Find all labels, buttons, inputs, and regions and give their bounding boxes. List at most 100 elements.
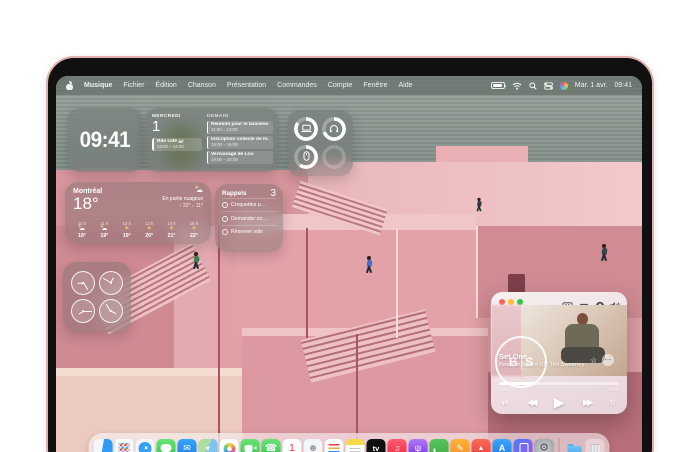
dock-app-photos[interactable]	[220, 439, 239, 452]
dock-downloads-folder[interactable]	[565, 439, 584, 452]
reminder-label: Réserver vols	[231, 229, 263, 235]
dancer-figure	[599, 244, 609, 262]
clock-widget-time: 09:41	[80, 127, 131, 153]
dock-app-podcasts[interactable]: ψ	[409, 439, 428, 452]
dancer-figure	[191, 252, 201, 270]
dock-app-facetime[interactable]	[241, 439, 260, 452]
playback-controls: ⇄ ◀◀ ▶ ▶▶ ↻	[491, 392, 627, 412]
wifi-icon[interactable]	[512, 82, 522, 90]
spotlight-search-icon[interactable]	[529, 82, 537, 90]
weather-widget[interactable]: Montréal 18° ☁☀ En partie nuageux ↑ 22° …	[65, 182, 211, 244]
status-cluster: Mar. 1 avr. 09:41	[491, 82, 632, 90]
menu-presentation[interactable]: Présentation	[227, 82, 266, 89]
world-clock-widget[interactable]	[63, 262, 131, 332]
menu-musique[interactable]: Musique	[84, 82, 112, 89]
dock-app-messages[interactable]	[157, 439, 176, 452]
calendar-event[interactable]: Inscription collecte de fo… 15:00 – 16:0…	[207, 136, 273, 149]
star-icon[interactable]: ☆	[590, 356, 597, 365]
dock-app-pages[interactable]: ✎	[451, 439, 470, 452]
headphones-icon	[329, 120, 339, 138]
dock-app-contacts[interactable]: ☻	[304, 439, 323, 452]
reminders-widget[interactable]: Rappels 3 Croquettes p… Demander co… Rés…	[215, 184, 283, 252]
reminders-title: Rappels	[222, 190, 247, 197]
battery-icon	[491, 82, 505, 89]
reminder-item[interactable]: Croquettes p…	[222, 198, 276, 211]
batteries-widget[interactable]	[287, 110, 353, 176]
weather-condition: En partie nuageux	[162, 196, 203, 202]
analog-clock	[99, 299, 123, 323]
calendar-tomorrow-column: DEMAIN Réunion pour le lanceme… 11:00 – …	[207, 114, 273, 166]
dock-app-phone[interactable]: ☎	[262, 439, 281, 452]
reminder-label: Croquettes p…	[231, 202, 266, 208]
dock-app-notes[interactable]	[346, 439, 365, 452]
dock-app-settings[interactable]: ⚙	[535, 439, 554, 452]
sun-icon: ☀	[163, 226, 181, 234]
dock-app-iphone-mirroring[interactable]	[514, 439, 533, 452]
apple-menu-icon[interactable]	[66, 82, 73, 90]
calendar-widget[interactable]: MERCREDI 1 Rdv café ☕ 13:00 – 14:00 DEMA…	[145, 108, 279, 172]
menu-bar: Musique Fichier Édition Chanson Présenta…	[56, 76, 642, 95]
shuffle-button[interactable]: ⇄	[502, 398, 508, 407]
menu-fenetre[interactable]: Fenêtre	[363, 82, 387, 89]
battery-ring-mouse	[294, 145, 319, 170]
sun-icon: ☀	[140, 226, 158, 234]
menu-chanson[interactable]: Chanson	[188, 82, 216, 89]
event-time: 13:00 – 14:00	[157, 144, 200, 149]
repeat-button[interactable]: ↻	[610, 398, 616, 407]
play-button[interactable]: ▶	[554, 395, 565, 409]
reminder-label: Demander co…	[231, 216, 267, 222]
menu-edition[interactable]: Édition	[155, 82, 176, 89]
hour-temp: 20°	[140, 233, 158, 239]
menu-fichier[interactable]: Fichier	[123, 82, 144, 89]
control-center-icon[interactable]	[544, 82, 553, 90]
dock-app-launchpad[interactable]	[115, 439, 134, 452]
dock-app-rocket[interactable]: ▲	[472, 439, 491, 452]
dock-app-maps[interactable]: ➤	[199, 439, 218, 452]
remaining-time: -4:02	[609, 387, 619, 392]
menu-bar-date[interactable]: Mar. 1 avr.	[575, 82, 608, 89]
reminder-item[interactable]: Réserver vols	[222, 225, 276, 238]
checkbox-circle-icon[interactable]	[222, 229, 228, 235]
ipad-device: Musique Fichier Édition Chanson Présenta…	[46, 56, 654, 452]
dock-app-app-store[interactable]: A	[493, 439, 512, 452]
tomorrow-label: DEMAIN	[207, 114, 273, 119]
analog-clock	[71, 271, 95, 295]
sun-icon: ☀	[185, 226, 203, 234]
music-mini-player-window[interactable]: B S Set One Beats In Space 01: Tim Sween…	[491, 292, 627, 414]
dock-app-calendar[interactable]: 1	[283, 439, 302, 452]
dock: ✦ ✉ ➤ ☎ 1 ☻ tv ♫ ψ ✎ ▲ A ⚙	[89, 433, 610, 452]
dock-app-music[interactable]: ♫	[388, 439, 407, 452]
checkbox-circle-icon[interactable]	[222, 202, 228, 208]
reminder-item[interactable]: Demander co…	[222, 211, 276, 224]
more-button[interactable]: ⋯	[602, 354, 614, 366]
mouse-icon	[303, 148, 310, 166]
dock-app-finder[interactable]	[94, 439, 113, 452]
calendar-event[interactable]: Réunion pour le lanceme… 11:00 – 12:00	[207, 121, 273, 134]
page: Musique Fichier Édition Chanson Présenta…	[0, 0, 696, 452]
next-button[interactable]: ▶▶	[583, 397, 591, 408]
menu-compte[interactable]: Compte	[328, 82, 353, 89]
analog-clock	[71, 299, 95, 323]
menu-commandes[interactable]: Commandes	[277, 82, 317, 89]
user-avatar[interactable]	[560, 82, 568, 90]
track-title: Set One	[499, 352, 527, 361]
menu-bar-time[interactable]: 09:41	[614, 82, 632, 89]
dock-app-tv[interactable]: tv	[367, 439, 386, 452]
hour-temp: 21°	[163, 233, 181, 239]
calendar-today-event[interactable]: Rdv café ☕ 13:00 – 14:00	[152, 138, 202, 152]
dock-app-reminders[interactable]	[325, 439, 344, 452]
event-time: 11:00 – 12:00	[211, 127, 271, 132]
calendar-event[interactable]: Vernissage de Lou 19:00 – 20:00	[207, 151, 273, 164]
checkbox-circle-icon[interactable]	[222, 216, 228, 222]
dock-app-mail[interactable]: ✉	[178, 439, 197, 452]
hour-temp: 18°	[73, 233, 91, 239]
dancer-figure	[364, 256, 374, 274]
hour-temp: 19°	[118, 233, 136, 239]
dock-app-numbers[interactable]	[430, 439, 449, 452]
dock-trash[interactable]	[586, 439, 605, 452]
previous-button[interactable]: ◀◀	[527, 397, 535, 408]
menu-aide[interactable]: Aide	[398, 82, 412, 89]
weather-high-low: ↑ 22° ↓ 11°	[162, 203, 203, 209]
clock-widget[interactable]: 09:41	[67, 108, 143, 172]
dock-app-safari[interactable]: ✦	[136, 439, 155, 452]
